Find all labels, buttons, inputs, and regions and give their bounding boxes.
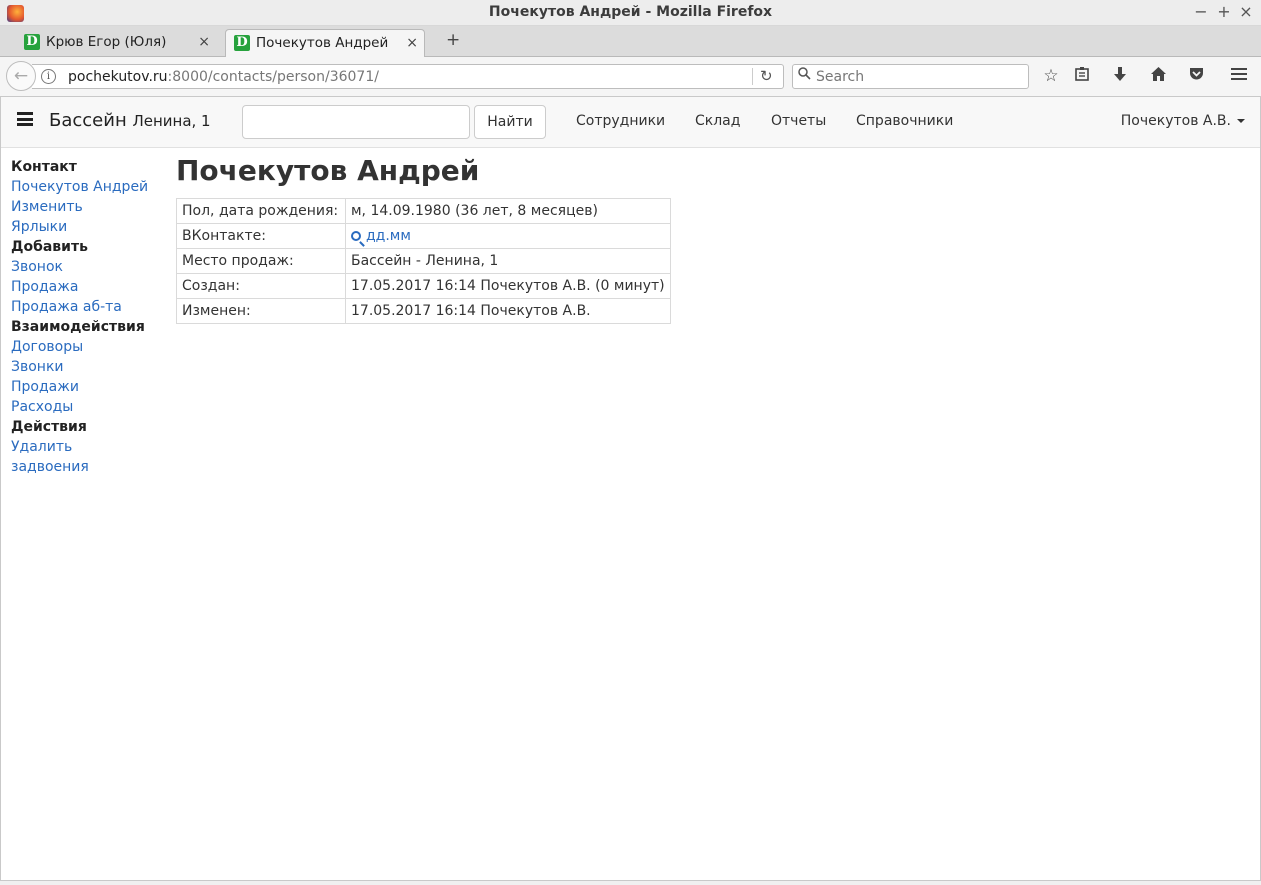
sidebar-link-calls[interactable]: Звонки: [11, 357, 171, 377]
reload-icon[interactable]: ↻: [760, 67, 773, 85]
sidebar-section-title: Взаимодействия: [11, 319, 145, 335]
row-value: 17.05.2017 16:14 Почекутов А.В. (0 минут…: [345, 273, 671, 299]
search-icon: [798, 67, 811, 84]
sidebar-link-duplicates[interactable]: задвоения: [11, 457, 171, 477]
user-name: Почекутов А.В.: [1120, 113, 1231, 129]
url-separator: [752, 68, 753, 85]
sidebar-link-delete[interactable]: Удалить: [11, 437, 171, 457]
row-key: Создан:: [176, 273, 346, 299]
download-icon[interactable]: [1110, 66, 1130, 86]
maximize-button[interactable]: +: [1215, 2, 1233, 22]
table-row: ВКонтакте: дд.мм: [176, 223, 671, 249]
sidebar-link-labels[interactable]: Ярлыки: [11, 217, 171, 237]
reading-list-icon[interactable]: [1072, 66, 1092, 86]
sidebar-section-title: Контакт: [11, 159, 77, 175]
browser-search-input[interactable]: [816, 68, 1016, 86]
row-key: Место продаж:: [176, 248, 346, 274]
table-row: Пол, дата рождения: м, 14.09.1980 (36 ле…: [176, 198, 671, 224]
star-icon[interactable]: ☆: [1041, 66, 1061, 86]
site-favicon-icon: D: [234, 35, 250, 51]
sidebar-link-expenses[interactable]: Расходы: [11, 397, 171, 417]
row-key: Пол, дата рождения:: [176, 198, 346, 224]
menu-icon[interactable]: [1229, 66, 1249, 86]
vk-link[interactable]: дд.мм: [351, 228, 411, 244]
sidebar-section-title: Действия: [11, 419, 87, 435]
tab-kryuv[interactable]: D Крюв Егор (Юля) ×: [16, 29, 216, 57]
table-row: Изменен: 17.05.2017 16:14 Почекутов А.В.: [176, 298, 671, 324]
tab-close-icon[interactable]: ×: [406, 30, 418, 56]
browser-navbar: i pochekutov.ru:8000/contacts/person/360…: [0, 57, 1261, 97]
sidebar-link-subscription-sale[interactable]: Продажа аб-та: [11, 297, 171, 317]
url-bar[interactable]: i pochekutov.ru:8000/contacts/person/360…: [32, 64, 784, 89]
row-value: 17.05.2017 16:14 Почекутов А.В.: [345, 298, 671, 324]
app-search-input[interactable]: [242, 105, 470, 139]
row-value: Бассейн - Ленина, 1: [345, 248, 671, 274]
brand-title: Бассейн: [49, 110, 127, 131]
nav-warehouse[interactable]: Склад: [695, 113, 740, 129]
pocket-icon[interactable]: [1186, 66, 1206, 86]
row-value: дд.мм: [345, 223, 671, 249]
browser-search-box[interactable]: [792, 64, 1029, 89]
nav-reports[interactable]: Отчеты: [771, 113, 826, 129]
sidebar-link-contracts[interactable]: Договоры: [11, 337, 171, 357]
nav-employees[interactable]: Сотрудники: [576, 113, 665, 129]
sidebar-section-title: Добавить: [11, 239, 88, 255]
site-info-icon[interactable]: i: [41, 69, 56, 84]
sidebar-link-sales[interactable]: Продажи: [11, 377, 171, 397]
home-icon[interactable]: [1148, 66, 1168, 86]
app-navbar: Бассейн Ленина, 1 Найти Сотрудники Склад…: [0, 97, 1261, 148]
back-arrow-icon: ←: [13, 66, 29, 86]
url-text[interactable]: pochekutov.ru:8000/contacts/person/36071…: [68, 69, 379, 85]
contact-info-table: Пол, дата рождения: м, 14.09.1980 (36 ле…: [176, 198, 671, 324]
brand[interactable]: Бассейн Ленина, 1: [49, 110, 211, 131]
row-key: ВКонтакте:: [176, 223, 346, 249]
new-tab-button[interactable]: +: [446, 30, 460, 50]
row-key: Изменен:: [176, 298, 346, 324]
caret-down-icon: [1237, 119, 1245, 123]
tab-label: Почекутов Андрей: [256, 35, 389, 51]
tab-strip: D Крюв Егор (Юля) × D Почекутов Андрей ×: [0, 26, 1261, 58]
window-titlebar: Почекутов Андрей - Mozilla Firefox − + ×: [0, 0, 1261, 26]
tab-pochekutov[interactable]: D Почекутов Андрей ×: [225, 29, 425, 58]
back-button[interactable]: ←: [6, 61, 36, 91]
sidebar-link-edit[interactable]: Изменить: [11, 197, 171, 217]
hamburger-menu-icon[interactable]: [17, 112, 33, 126]
user-menu[interactable]: Почекутов А.В.: [1121, 113, 1245, 129]
window-border-left: [0, 97, 1, 885]
page-title: Почекутов Андрей: [176, 154, 480, 187]
brand-subtitle: Ленина, 1: [132, 112, 211, 130]
tab-label: Крюв Егор (Юля): [46, 34, 167, 50]
table-row: Место продаж: Бассейн - Ленина, 1: [176, 248, 671, 274]
table-row: Создан: 17.05.2017 16:14 Почекутов А.В. …: [176, 273, 671, 299]
window-border-bottom: [0, 880, 1261, 885]
tab-close-icon[interactable]: ×: [198, 29, 210, 55]
minimize-button[interactable]: −: [1192, 2, 1210, 22]
sidebar: Контакт Почекутов Андрей Изменить Ярлыки…: [11, 157, 171, 477]
site-favicon-icon: D: [24, 34, 40, 50]
window-title: Почекутов Андрей - Mozilla Firefox: [488, 4, 773, 20]
find-button[interactable]: Найти: [474, 105, 546, 139]
row-value: м, 14.09.1980 (36 лет, 8 месяцев): [345, 198, 671, 224]
sidebar-link-call[interactable]: Звонок: [11, 257, 171, 277]
close-window-button[interactable]: ×: [1237, 2, 1255, 22]
nav-references[interactable]: Справочники: [856, 113, 953, 129]
sidebar-link-sale[interactable]: Продажа: [11, 277, 171, 297]
sidebar-link-contact-name[interactable]: Почекутов Андрей: [11, 177, 171, 197]
search-icon: [351, 231, 361, 241]
